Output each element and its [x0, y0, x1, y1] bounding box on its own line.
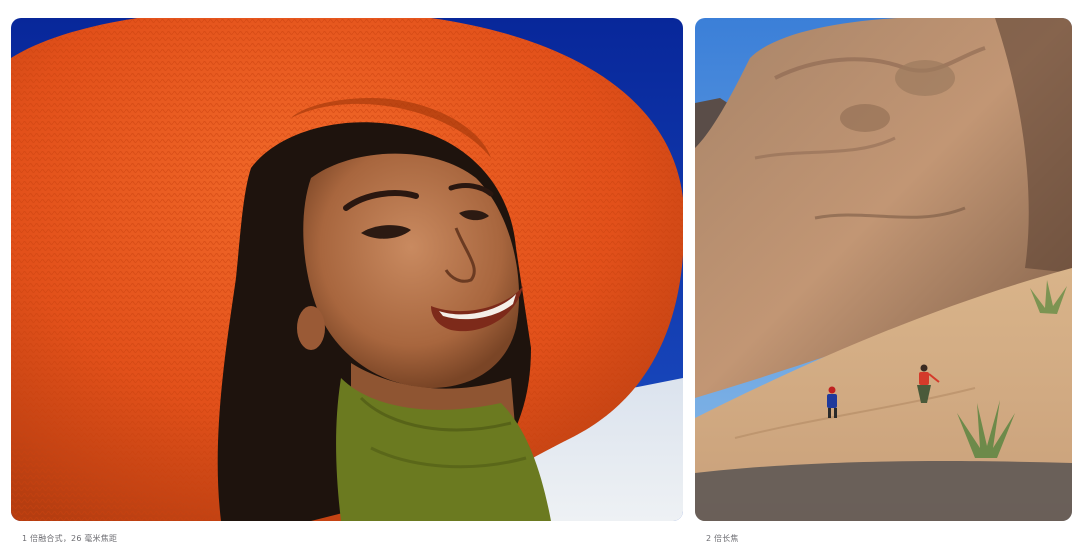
- photo-caption-2: 2 倍长焦: [706, 534, 739, 543]
- landscape-photo-image: [695, 18, 1072, 521]
- photo-portrait-sun-hat[interactable]: [11, 18, 683, 521]
- photo-rock-cliff-hikers[interactable]: [695, 18, 1072, 521]
- photo-caption-1: 1 倍融合式，26 毫米焦距: [22, 534, 118, 543]
- portrait-photo-image: [11, 18, 683, 521]
